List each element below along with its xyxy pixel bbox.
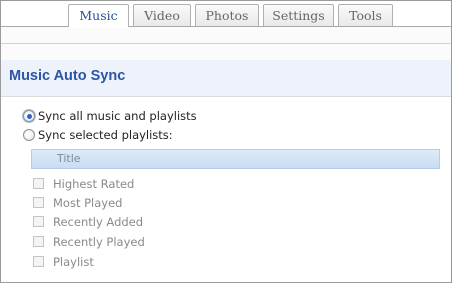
tab-video[interactable]: Video xyxy=(133,4,191,26)
tab-photos[interactable]: Photos xyxy=(195,4,259,26)
playlist-column-header[interactable]: Title xyxy=(31,149,440,169)
playlist-checkbox[interactable] xyxy=(33,197,44,208)
tab-bar: Music Video Photos Settings Tools xyxy=(1,1,451,28)
playlist-checkbox[interactable] xyxy=(33,256,44,267)
playlist-row-recently-played[interactable]: Recently Played xyxy=(33,233,145,250)
playlist-checkbox[interactable] xyxy=(33,236,44,247)
divider xyxy=(1,43,451,44)
playlist-checkbox[interactable] xyxy=(33,178,44,189)
tab-tools[interactable]: Tools xyxy=(338,4,393,26)
playlist-checkbox[interactable] xyxy=(33,216,44,227)
sync-all-label: Sync all music and playlists xyxy=(38,109,197,123)
sync-selected-radio[interactable] xyxy=(23,129,35,141)
playlist-row-recently-added[interactable]: Recently Added xyxy=(33,213,143,230)
section-title: Music Auto Sync xyxy=(9,68,126,84)
playlist-row-playlist[interactable]: Playlist xyxy=(33,253,94,270)
sync-selected-option[interactable]: Sync selected playlists: xyxy=(23,127,173,143)
tab-music[interactable]: Music xyxy=(68,4,129,28)
playlist-label: Most Played xyxy=(53,195,123,210)
playlist-row-most-played[interactable]: Most Played xyxy=(33,194,122,211)
playlist-row-highest-rated[interactable]: Highest Rated xyxy=(33,175,134,192)
settings-window: Music Video Photos Settings Tools Music … xyxy=(0,0,452,283)
playlist-label: Recently Added xyxy=(53,214,144,229)
playlist-label: Highest Rated xyxy=(53,176,135,191)
sync-all-radio[interactable] xyxy=(23,110,35,122)
sync-selected-label: Sync selected playlists: xyxy=(38,128,173,142)
tab-settings[interactable]: Settings xyxy=(263,4,334,26)
sync-all-option[interactable]: Sync all music and playlists xyxy=(23,108,197,124)
playlist-label: Recently Played xyxy=(53,234,145,249)
playlist-label: Playlist xyxy=(53,254,94,269)
